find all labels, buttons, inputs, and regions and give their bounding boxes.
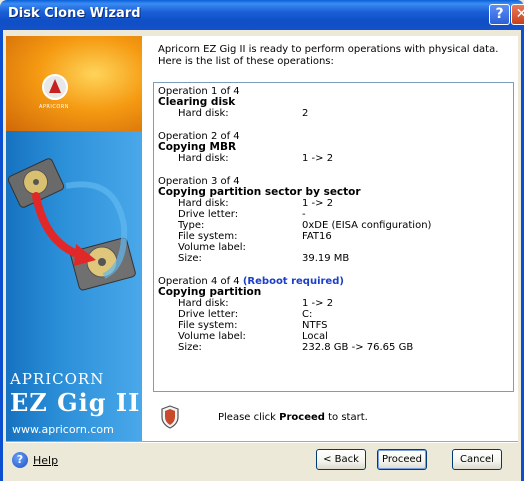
operation-block: Operation 4 of 4 (Reboot required) Copyin…: [158, 276, 509, 353]
product-name: EZ Gig II: [10, 388, 141, 417]
brand-name: Apricorn: [10, 370, 105, 388]
operation-detail-row: Drive letter: C:: [158, 309, 509, 320]
operation-block: Operation 3 of 4 Copying partition sector…: [158, 176, 509, 264]
detail-value: 232.8 GB -> 76.65 GB: [302, 342, 414, 353]
logo-caption: APRICORN: [38, 104, 70, 110]
operation-detail-row: Hard disk: 1 -> 2: [158, 153, 509, 164]
hint-bold: Proceed: [279, 412, 325, 423]
operation-detail-row: Hard disk: 1 -> 2: [158, 198, 509, 209]
disk-clone-illustration-icon: [7, 158, 136, 291]
detail-value: 2: [302, 108, 309, 119]
detail-key: Hard disk:: [178, 198, 229, 209]
help-link[interactable]: Help: [33, 454, 58, 467]
detail-key: Drive letter:: [178, 309, 239, 320]
operation-detail-row: File system: NTFS: [158, 320, 509, 331]
detail-value: C:: [302, 309, 313, 320]
help-label[interactable]: Help: [33, 454, 58, 467]
detail-key: Size:: [178, 253, 202, 264]
detail-value: 1 -> 2: [302, 298, 334, 309]
operation-detail-row: Hard disk: 1 -> 2: [158, 298, 509, 309]
detail-key: Volume label:: [178, 242, 246, 253]
detail-value: 1 -> 2: [302, 198, 334, 209]
shield-icon: [161, 405, 179, 429]
detail-key: Hard disk:: [178, 108, 229, 119]
detail-value: 0xDE (EISA configuration): [302, 220, 432, 231]
detail-key: Drive letter:: [178, 209, 239, 220]
operation-detail-row: Size: 232.8 GB -> 76.65 GB: [158, 342, 509, 353]
detail-key: Hard disk:: [178, 153, 229, 164]
window-title: Disk Clone Wizard: [8, 6, 141, 21]
detail-key: Volume label:: [178, 331, 246, 342]
intro-text: Apricorn EZ Gig II is ready to perform o…: [158, 44, 499, 67]
proceed-hint: Please click Proceed to start.: [218, 412, 368, 423]
logo-area: APRICORN: [6, 36, 142, 131]
sidebar-banner: APRICORN Apricorn EZ Gig II www.apricorn…: [6, 36, 142, 441]
operation-title: Copying partition sector by sector: [158, 186, 361, 198]
operation-block: Operation 2 of 4 Copying MBR Hard disk: 1 -…: [158, 131, 509, 164]
operation-detail-row: Hard disk: 2: [158, 108, 509, 119]
help-icon[interactable]: ?: [12, 452, 28, 468]
title-bar: Disk Clone Wizard ? ✕: [0, 0, 524, 30]
detail-key: File system:: [178, 320, 238, 331]
proceed-button[interactable]: Proceed: [377, 449, 427, 470]
operation-detail-row: File system: FAT16: [158, 231, 509, 242]
brand-url: www.apricorn.com: [12, 423, 114, 436]
detail-value: 1 -> 2: [302, 153, 334, 164]
detail-value: FAT16: [302, 231, 332, 242]
hint-suffix: to start.: [324, 412, 368, 423]
operation-title: Clearing disk: [158, 96, 236, 108]
cancel-button[interactable]: Cancel: [452, 449, 502, 470]
operation-detail-row: Type: 0xDE (EISA configuration): [158, 220, 509, 231]
operation-detail-row: Volume label: Local: [158, 331, 509, 342]
close-button[interactable]: ✕: [511, 4, 524, 25]
operation-detail-row: Drive letter: -: [158, 209, 509, 220]
operations-list[interactable]: Operation 1 of 4 Clearing disk Hard disk: 2…: [153, 82, 514, 392]
detail-value: Local: [302, 331, 328, 342]
apricorn-logo-icon: [42, 74, 68, 100]
detail-value: 39.19 MB: [302, 253, 350, 264]
operation-title: Copying MBR: [158, 141, 237, 153]
footer-divider: [6, 441, 518, 443]
operation-title: Copying partition: [158, 286, 262, 298]
detail-value: -: [302, 209, 306, 220]
detail-key: Type:: [178, 220, 205, 231]
back-button[interactable]: < Back: [316, 449, 366, 470]
detail-key: File system:: [178, 231, 238, 242]
detail-key: Size:: [178, 342, 202, 353]
detail-value: NTFS: [302, 320, 328, 331]
operation-detail-row: Volume label:: [158, 242, 509, 253]
operation-block: Operation 1 of 4 Clearing disk Hard disk: 2: [158, 86, 509, 119]
detail-key: Hard disk:: [178, 298, 229, 309]
hint-prefix: Please click: [218, 412, 280, 423]
help-title-button[interactable]: ?: [489, 4, 510, 25]
operation-detail-row: Size: 39.19 MB: [158, 253, 509, 264]
